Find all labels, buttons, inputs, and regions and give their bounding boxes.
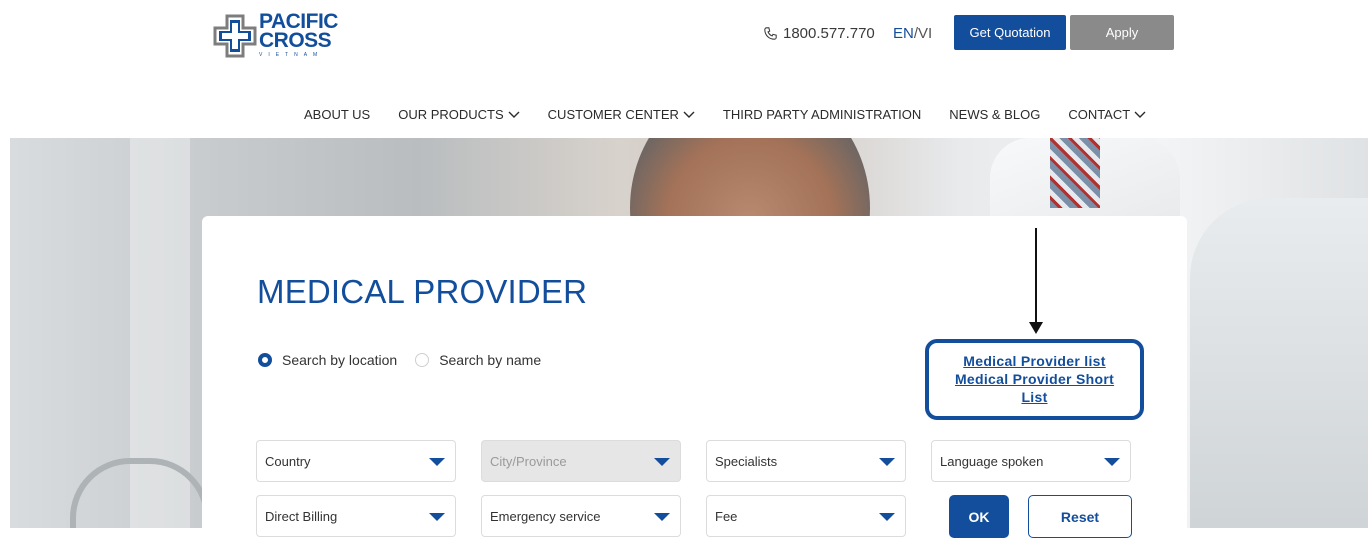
caret-down-icon: [429, 513, 445, 521]
nav-label: THIRD PARTY ADMINISTRATION: [722, 107, 922, 122]
direct-billing-select[interactable]: Direct Billing: [256, 495, 456, 537]
logo[interactable]: PACIFIC CROSS VIETNAM: [213, 11, 353, 60]
cross-logo-icon: [213, 14, 257, 58]
nav-label: ABOUT US: [304, 107, 371, 122]
provider-links-box: Medical Provider list Medical Provider S…: [925, 339, 1144, 420]
search-mode-group: Search by location Search by name: [258, 352, 559, 368]
select-value: City/Province: [490, 454, 567, 469]
logo-subtitle: VIETNAM: [259, 52, 324, 58]
nav-label: CUSTOMER CENTER: [547, 107, 679, 122]
emergency-service-select[interactable]: Emergency service: [481, 495, 681, 537]
medical-provider-short-list-link[interactable]: Medical Provider Short List: [929, 370, 1140, 406]
reset-button[interactable]: Reset: [1028, 495, 1132, 538]
select-value: Language spoken: [940, 454, 1044, 469]
caret-down-icon: [879, 513, 895, 521]
select-value: Specialists: [715, 454, 778, 469]
chevron-down-icon: [683, 111, 695, 118]
arrow-down-icon: [1029, 228, 1043, 334]
lang-vi[interactable]: VI: [918, 25, 932, 42]
logo-line2: CROSS: [259, 29, 332, 52]
country-select[interactable]: Country: [256, 440, 456, 482]
caret-down-icon: [879, 458, 895, 466]
apply-button[interactable]: Apply: [1070, 15, 1174, 50]
nav-contact[interactable]: CONTACT: [1068, 107, 1146, 122]
select-value: Emergency service: [490, 509, 601, 524]
fee-select[interactable]: Fee: [706, 495, 906, 537]
radio-search-by-location[interactable]: [258, 353, 272, 367]
caret-down-icon: [1104, 458, 1120, 466]
radio-label-name[interactable]: Search by name: [439, 352, 541, 368]
nav-label: OUR PRODUCTS: [398, 107, 504, 122]
nav-customer-center[interactable]: CUSTOMER CENTER: [548, 107, 695, 122]
caret-down-icon: [654, 458, 670, 466]
chevron-down-icon: [508, 111, 520, 118]
city-province-select[interactable]: City/Province: [481, 440, 681, 482]
nav-label: NEWS & BLOG: [949, 107, 1041, 122]
select-value: Direct Billing: [265, 509, 338, 524]
nav-news-blog[interactable]: NEWS & BLOG: [949, 107, 1040, 122]
phone-number: 1800.577.770: [783, 25, 875, 42]
lang-en[interactable]: EN: [893, 25, 914, 42]
nav-our-products[interactable]: OUR PRODUCTS: [398, 107, 520, 122]
phone-link[interactable]: 1800.577.770: [764, 25, 875, 42]
caret-down-icon: [654, 513, 670, 521]
nav-about-us[interactable]: ABOUT US: [304, 107, 370, 122]
short-list-line2: List: [1021, 389, 1048, 405]
page-title: MEDICAL PROVIDER: [257, 273, 588, 310]
short-list-line1: Medical Provider Short: [954, 371, 1115, 387]
caret-down-icon: [429, 458, 445, 466]
get-quotation-button[interactable]: Get Quotation: [954, 15, 1066, 50]
language-spoken-select[interactable]: Language spoken: [931, 440, 1131, 482]
phone-icon: [764, 27, 777, 40]
radio-label-location[interactable]: Search by location: [282, 352, 397, 368]
radio-search-by-name[interactable]: [415, 353, 430, 367]
select-value: Fee: [715, 509, 738, 524]
select-value: Country: [265, 454, 311, 469]
specialists-select[interactable]: Specialists: [706, 440, 906, 482]
chevron-down-icon: [1134, 111, 1146, 118]
nav-label: CONTACT: [1068, 107, 1131, 122]
nav-third-party-administration[interactable]: THIRD PARTY ADMINISTRATION: [723, 107, 921, 122]
medical-provider-list-link[interactable]: Medical Provider list: [929, 352, 1140, 370]
logo-text: PACIFIC CROSS: [259, 11, 338, 52]
language-switcher: EN/VI: [893, 25, 932, 42]
main-nav: ABOUT US OUR PRODUCTS CUSTOMER CENTER TH…: [304, 107, 1146, 122]
ok-button[interactable]: OK: [949, 495, 1009, 538]
